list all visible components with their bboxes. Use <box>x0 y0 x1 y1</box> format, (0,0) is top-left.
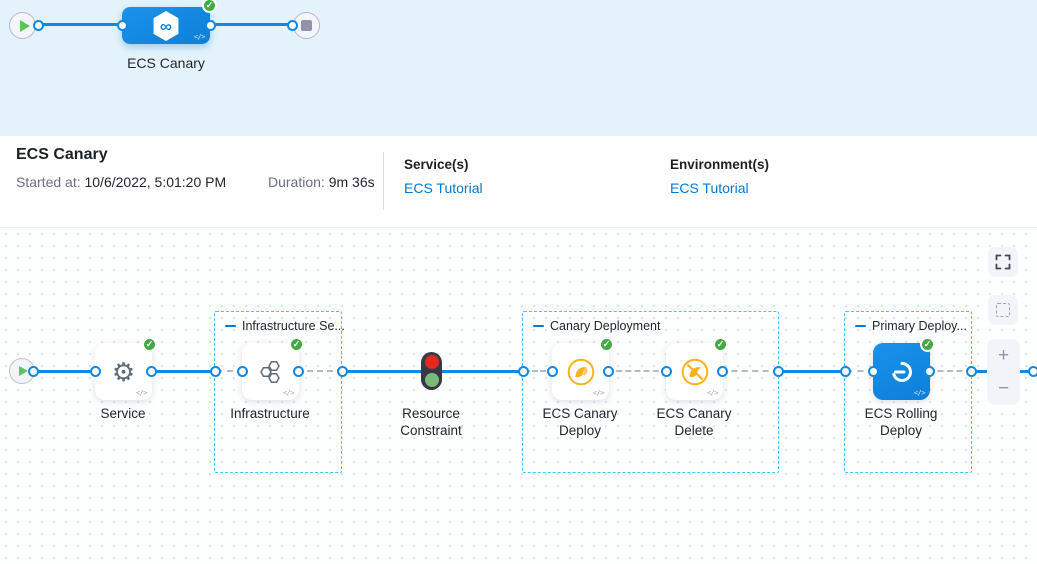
edge-connector <box>547 366 558 377</box>
success-check-icon: ✓ <box>202 0 217 13</box>
collapse-icon[interactable] <box>225 325 236 328</box>
traffic-light-red-icon <box>425 355 439 369</box>
edge-connector <box>966 366 977 377</box>
edge-line <box>150 370 216 373</box>
infrastructure-hexagons-icon <box>258 359 284 385</box>
edge-connector <box>924 366 935 377</box>
zoom-controls: + − <box>987 339 1020 405</box>
step-label: ECS Canary Delete <box>639 405 749 439</box>
code-icon: </> <box>283 389 294 397</box>
edge-connector <box>33 20 44 31</box>
step-label: Service <box>68 405 178 422</box>
environments-link[interactable]: ECS Tutorial <box>670 180 749 196</box>
success-check-icon: ✓ <box>713 337 728 352</box>
collapse-icon[interactable] <box>533 325 544 328</box>
group-label: Canary Deployment <box>550 319 660 333</box>
play-icon <box>20 20 30 32</box>
code-icon: </> <box>707 389 718 397</box>
collapse-icon[interactable] <box>855 325 866 328</box>
step-service[interactable]: ⚙ </> ✓ <box>95 343 152 400</box>
code-icon: </> <box>136 389 147 397</box>
edge-connector <box>661 366 672 377</box>
success-check-icon: ✓ <box>599 337 614 352</box>
traffic-light-green-icon <box>425 373 439 387</box>
svg-text:∞: ∞ <box>160 16 172 35</box>
stage-node-ecs-canary[interactable]: ∞ </> ✓ <box>122 7 210 44</box>
code-icon: </> <box>194 33 205 41</box>
edge-connector <box>518 366 529 377</box>
edge-connector <box>1028 366 1037 377</box>
code-icon: </> <box>593 389 604 397</box>
canary-delete-icon <box>679 356 711 388</box>
edge-connector <box>210 366 221 377</box>
started-label: Started at: <box>16 174 81 190</box>
success-check-icon: ✓ <box>289 337 304 352</box>
edge-connector <box>337 366 348 377</box>
code-icon: </> <box>914 389 925 397</box>
edge-line <box>441 370 525 373</box>
edge-connector <box>287 20 298 31</box>
edge-line <box>777 370 847 373</box>
zoom-in-button[interactable]: + <box>987 339 1020 372</box>
services-label: Service(s) <box>404 157 469 172</box>
divider <box>383 152 384 210</box>
play-icon <box>19 366 28 376</box>
step-label: ECS Rolling Deploy <box>846 405 956 439</box>
ecs-rolling-icon <box>888 358 916 386</box>
edge-line <box>30 370 98 373</box>
environments-label: Environment(s) <box>670 157 769 172</box>
edge-line <box>211 23 297 26</box>
stop-icon <box>301 20 312 31</box>
duration-value: 9m 36s <box>329 174 375 190</box>
step-label: ECS Canary Deploy <box>525 405 635 439</box>
group-label: Primary Deploy... <box>872 319 967 333</box>
marquee-select-icon <box>996 303 1010 317</box>
edge-connector <box>868 366 879 377</box>
canary-icon <box>565 356 597 388</box>
selection-button[interactable] <box>988 295 1018 325</box>
services-link[interactable]: ECS Tutorial <box>404 180 483 196</box>
stage-graph-strip: ∞ </> ✓ ECS Canary <box>0 0 1037 136</box>
edge-connector <box>773 366 784 377</box>
edge-connector <box>717 366 728 377</box>
execution-summary-bar: ECS Canary Started at: 10/6/2022, 5:01:2… <box>0 136 1037 228</box>
step-ecs-canary-deploy[interactable]: </> ✓ <box>552 343 609 400</box>
started-value: 10/6/2022, 5:01:20 PM <box>84 174 226 190</box>
edge-connector <box>840 366 851 377</box>
step-ecs-rolling-deploy[interactable]: </> ✓ <box>873 343 930 400</box>
execution-graph-canvas[interactable]: Infrastructure Se... Canary Deployment P… <box>0 228 1037 564</box>
fullscreen-button[interactable] <box>988 247 1018 277</box>
step-label: Infrastructure <box>215 405 325 422</box>
edge-connector <box>603 366 614 377</box>
edge-connector <box>205 20 216 31</box>
success-check-icon: ✓ <box>920 337 935 352</box>
group-label: Infrastructure Se... <box>242 319 345 333</box>
step-infrastructure[interactable]: </> ✓ <box>242 343 299 400</box>
step-ecs-canary-delete[interactable]: </> ✓ <box>666 343 723 400</box>
duration: Duration: 9m 36s <box>268 174 375 190</box>
execution-title: ECS Canary <box>16 146 108 164</box>
edge-line <box>40 23 122 26</box>
edge-connector <box>237 366 248 377</box>
zoom-out-button[interactable]: − <box>987 372 1020 405</box>
expand-icon <box>995 254 1011 270</box>
edge-connector <box>117 20 128 31</box>
pipeline-start-node <box>9 12 36 39</box>
stage-label: ECS Canary <box>106 55 226 71</box>
success-check-icon: ✓ <box>142 337 157 352</box>
edge-connector <box>293 366 304 377</box>
step-resource-constraint[interactable] <box>421 352 442 390</box>
duration-label: Duration: <box>268 174 325 190</box>
edge-connector <box>90 366 101 377</box>
started-at: Started at: 10/6/2022, 5:01:20 PM <box>16 174 226 190</box>
step-label: Resource Constraint <box>376 405 486 439</box>
gear-icon: ⚙ <box>112 359 135 385</box>
edge-line <box>341 370 422 373</box>
edge-connector <box>146 366 157 377</box>
edge-connector <box>28 366 39 377</box>
pipeline-hexagon-icon: ∞ <box>150 9 182 43</box>
pipeline-execution-page: ∞ </> ✓ ECS Canary ECS Canary Started at… <box>0 0 1037 564</box>
